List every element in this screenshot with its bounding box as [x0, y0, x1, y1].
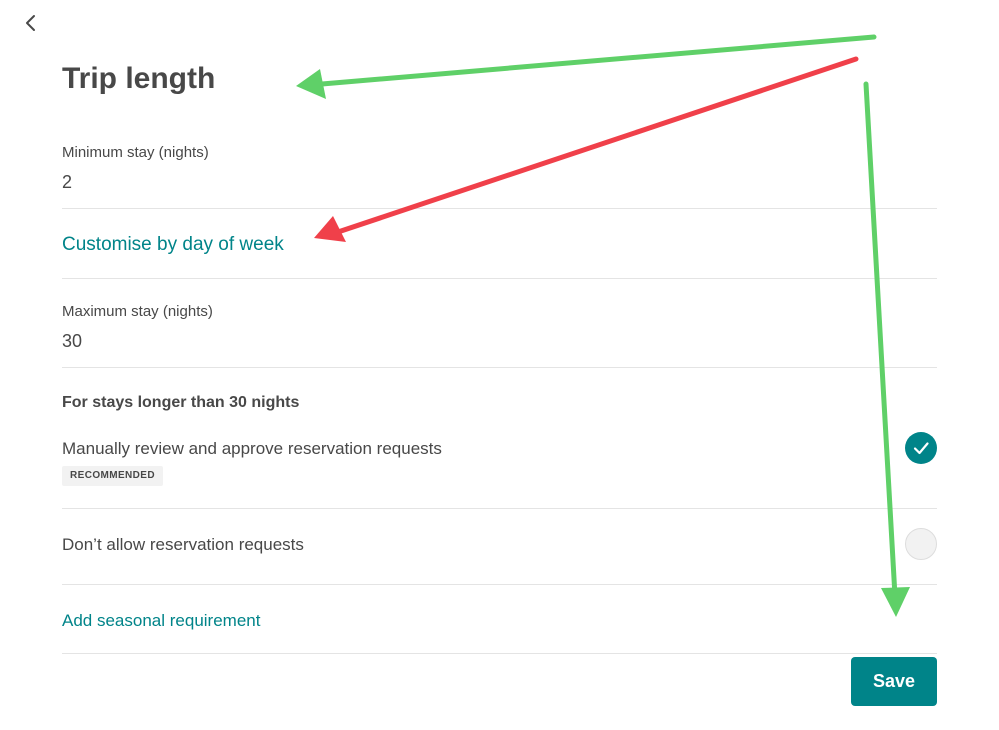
red-arrow-to-customise [335, 56, 859, 235]
maximum-stay-value[interactable]: 30 [62, 330, 82, 352]
red-arrowhead-customise [314, 216, 346, 242]
checkmark-icon [913, 442, 929, 455]
divider [62, 508, 937, 509]
page-title: Trip length [62, 62, 216, 95]
green-arrowhead-title [296, 69, 326, 99]
green-arrowhead-save [881, 587, 910, 617]
option-dont-allow-label: Don’t allow reservation requests [62, 535, 304, 554]
maximum-stay-label: Maximum stay (nights) [62, 303, 213, 320]
option-manual-review-label: Manually review and approve reservation … [62, 439, 442, 458]
chevron-left-icon [26, 15, 35, 31]
dont-allow-radio[interactable] [905, 528, 937, 560]
divider [62, 584, 937, 585]
divider [62, 208, 937, 209]
green-arrow-to-title [319, 34, 877, 87]
divider [62, 653, 937, 654]
back-button[interactable] [22, 12, 40, 34]
green-arrow-to-save [863, 81, 898, 599]
divider [62, 278, 937, 279]
divider [62, 367, 937, 368]
add-seasonal-requirement-link[interactable]: Add seasonal requirement [62, 609, 260, 633]
customise-by-day-of-week-link[interactable]: Customise by day of week [62, 232, 284, 258]
minimum-stay-label: Minimum stay (nights) [62, 144, 209, 161]
long-stays-heading: For stays longer than 30 nights [62, 394, 300, 411]
recommended-badge: RECOMMENDED [62, 466, 163, 486]
minimum-stay-value[interactable]: 2 [62, 171, 72, 193]
save-button[interactable]: Save [851, 657, 937, 706]
manual-review-radio[interactable] [905, 432, 937, 464]
